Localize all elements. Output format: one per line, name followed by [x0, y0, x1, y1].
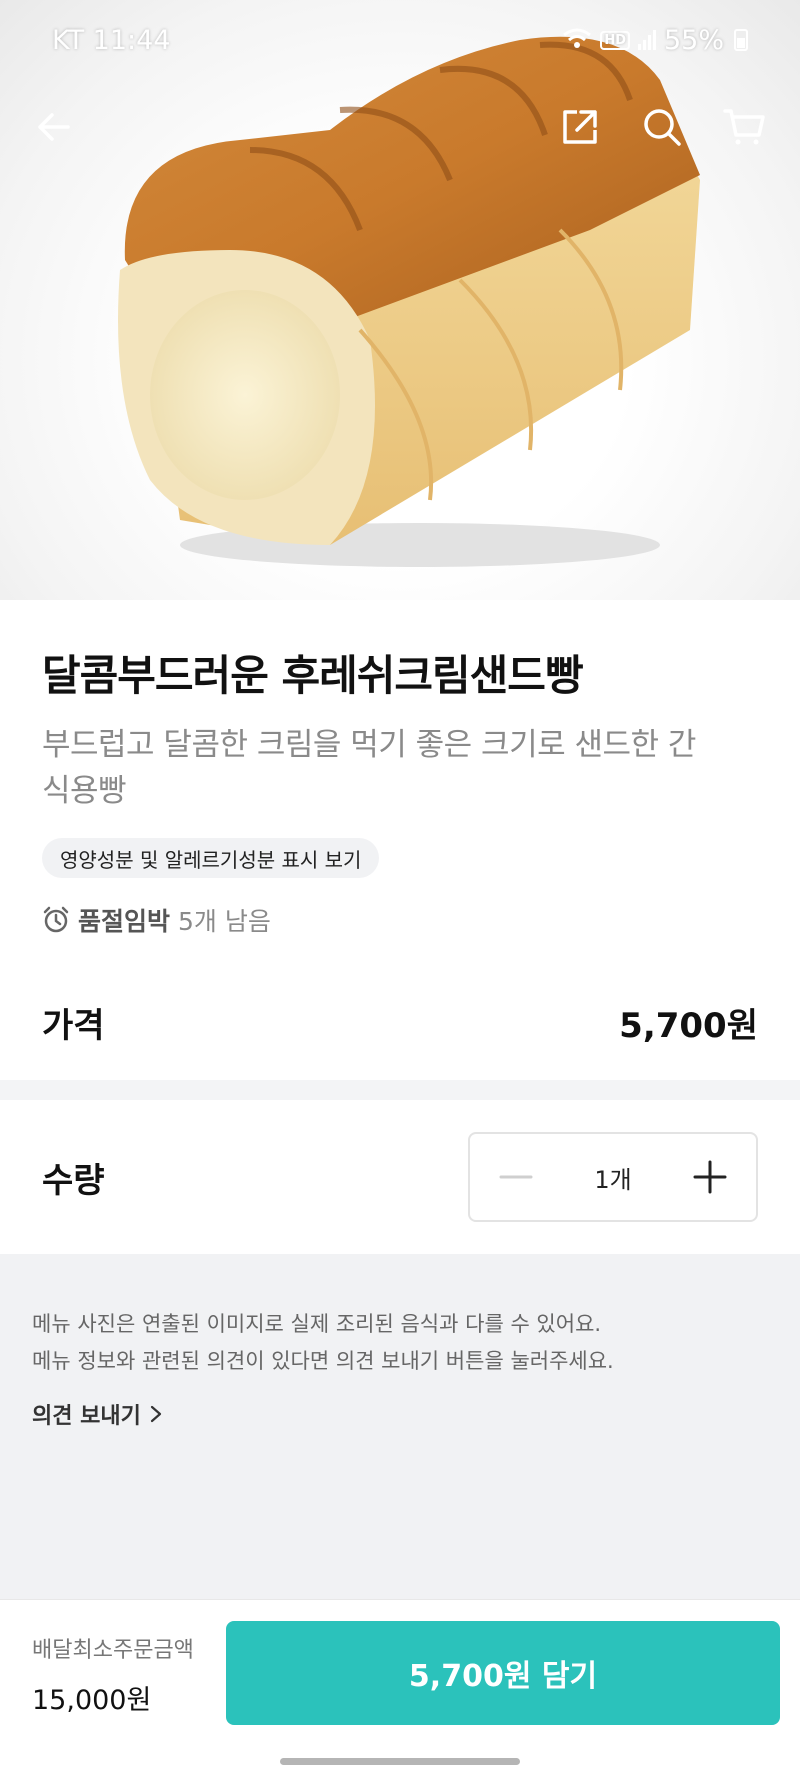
plus-icon — [693, 1160, 727, 1194]
min-order-value: 15,000원 — [32, 1685, 152, 1716]
wifi-icon — [562, 27, 592, 54]
quantity-stepper: 1개 — [468, 1132, 758, 1222]
back-button[interactable] — [22, 95, 86, 159]
product-title: 달콤부드러운 후레쉬크림샌드빵 — [42, 651, 584, 700]
signal-icon — [637, 30, 656, 50]
hd-icon: HD — [600, 30, 630, 50]
decrease-button[interactable] — [496, 1157, 536, 1197]
battery-icon — [734, 29, 748, 51]
increase-button[interactable] — [690, 1157, 730, 1197]
share-button[interactable] — [548, 95, 612, 159]
price-label: 가격 — [42, 1005, 105, 1046]
send-feedback-link[interactable]: 의견 보내기 — [32, 1398, 163, 1430]
search-button[interactable] — [630, 95, 694, 159]
share-icon — [563, 110, 597, 144]
min-order-info: 배달최소주문금액 15,000원 — [32, 1632, 194, 1717]
stock-warning: 품절임박 — [78, 907, 171, 936]
notice-line: 메뉴 사진은 연출된 이미지로 실제 조리된 음식과 다를 수 있어요. — [32, 1312, 602, 1336]
quantity-row: 수량 1개 — [42, 1132, 758, 1222]
quantity-value: 1개 — [594, 1165, 632, 1194]
section-divider — [0, 1080, 800, 1100]
quantity-label: 수량 — [42, 1160, 105, 1201]
min-order-label: 배달최소주문금액 — [32, 1638, 194, 1663]
add-to-cart-button[interactable]: 5,700원 담기 — [226, 1621, 780, 1725]
status-icons: HD 55% — [562, 25, 748, 56]
cart-icon — [723, 109, 765, 145]
feedback-label: 의견 보내기 — [32, 1404, 141, 1429]
minus-icon — [499, 1175, 533, 1179]
price-value: 5,700원 — [619, 1005, 758, 1046]
search-icon — [644, 109, 681, 146]
notice-section: 메뉴 사진은 연출된 이미지로 실제 조리된 음식과 다를 수 있어요. 메뉴 … — [0, 1254, 800, 1599]
home-indicator[interactable] — [280, 1758, 520, 1765]
arrow-left-icon — [38, 113, 70, 141]
notice-line: 메뉴 정보와 관련된 의견이 있다면 의견 보내기 버튼을 눌러주세요. — [32, 1349, 614, 1373]
battery-percent: 55% — [663, 24, 724, 56]
status-bar: KT 11:44 HD 55% — [0, 18, 800, 62]
product-image — [0, 0, 800, 600]
alarm-clock-icon — [43, 906, 69, 933]
product-description: 부드럽고 달콤한 크림을 먹기 좋은 크기로 샌드한 간식용빵 — [42, 727, 696, 809]
top-nav — [0, 95, 800, 159]
cart-button[interactable] — [712, 95, 776, 159]
stock-status: 품절임박 5개 남음 — [42, 902, 271, 938]
nutrition-info-button[interactable]: 영양성분 및 알레르기성분 표시 보기 — [42, 838, 380, 878]
chevron-right-icon — [150, 1405, 161, 1423]
bread-illustration — [118, 36, 701, 567]
carrier-time: KT 11:44 — [52, 24, 171, 56]
stock-remaining: 5개 남음 — [178, 907, 271, 936]
price-row: 가격 5,700원 — [42, 992, 758, 1052]
bottom-bar: 배달최소주문금액 15,000원 5,700원 담기 — [0, 1599, 800, 1778]
